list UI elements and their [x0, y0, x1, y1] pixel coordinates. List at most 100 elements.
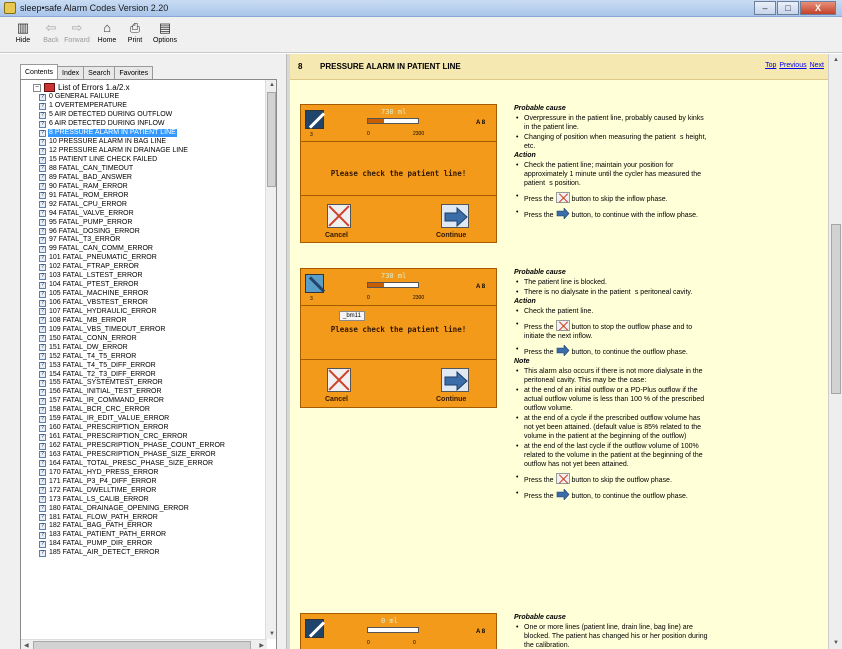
tree-item[interactable]: ? 15 PATIENT LINE CHECK FAILED: [39, 156, 226, 165]
tree-item[interactable]: ? 181 FATAL_FLOW_PATH_ERROR: [39, 513, 226, 522]
tree-item[interactable]: ? 159 FATAL_IR_EDIT_VALUE_ERROR: [39, 415, 226, 424]
minimize-button[interactable]: –: [754, 1, 776, 15]
close-button[interactable]: X: [800, 1, 836, 15]
tree-item[interactable]: ? 102 FATAL_FTRAP_ERROR: [39, 263, 226, 272]
contents-tree[interactable]: − List of Errors 1.a/2.x ? 0 GENERAL FAIL…: [20, 79, 277, 649]
tree-item[interactable]: ? 183 FATAL_PATIENT_PATH_ERROR: [39, 531, 226, 540]
tree-item[interactable]: ? 105 FATAL_MACHINE_ERROR: [39, 290, 226, 299]
tree-item[interactable]: ? 103 FATAL_LSTEST_ERROR: [39, 272, 226, 281]
tree-root[interactable]: − List of Errors 1.a/2.x: [33, 82, 130, 93]
continue-arrow-icon[interactable]: [441, 368, 469, 392]
tree-vertical-scroll-thumb[interactable]: [267, 92, 276, 187]
tree-item[interactable]: ? 6 AIR DETECTED DURING INFLOW: [39, 120, 226, 129]
options-button[interactable]: ▤ Options: [148, 19, 182, 51]
tree-item[interactable]: ? 107 FATAL_HYDRAULIC_ERROR: [39, 308, 226, 317]
tree-item[interactable]: ? 97 FATAL_T3_ERROR: [39, 236, 226, 245]
content-vertical-scroll-thumb[interactable]: [831, 224, 841, 394]
tree-item[interactable]: ? 95 FATAL_PUMP_ERROR: [39, 218, 226, 227]
next-link[interactable]: Next: [810, 62, 824, 69]
tree-item[interactable]: ? 162 FATAL_PRESCRIPTION_PHASE_COUNT_ERRO…: [39, 442, 226, 451]
tree-item[interactable]: ? 10 PRESSURE ALARM IN BAG LINE: [39, 138, 226, 147]
tree-item[interactable]: ? 1 OVERTEMPERATURE: [39, 102, 226, 111]
cause-item: Overpressure in the patient line, probab…: [514, 114, 710, 132]
scroll-left-icon[interactable]: ◀: [24, 642, 29, 649]
scale-min: 0: [367, 295, 370, 301]
continue-arrow-icon[interactable]: [441, 204, 469, 228]
continue-arrow-icon: [556, 344, 570, 357]
tree-item[interactable]: ? 184 FATAL_PUMP_DIR_ERROR: [39, 540, 226, 549]
tree-item[interactable]: ? 8 PRESSURE ALARM IN PATIENT LINE: [39, 129, 226, 138]
tree-item[interactable]: ? 12 PRESSURE ALARM IN DRAINAGE LINE: [39, 147, 226, 156]
tree-item[interactable]: ? 171 FATAL_P3_P4_DIFF_ERROR: [39, 477, 226, 486]
cancel-icon[interactable]: [327, 368, 351, 392]
tree-item[interactable]: ? 101 FATAL_PNEUMATIC_ERROR: [39, 254, 226, 263]
tree-item[interactable]: ? 89 FATAL_BAD_ANSWER: [39, 173, 226, 182]
scroll-up-icon[interactable]: ▲: [833, 57, 839, 63]
tree-item[interactable]: ? 158 FATAL_BCR_CRC_ERROR: [39, 406, 226, 415]
toolbar: ▥ Hide ⇦ Back ⇨ Forward ⌂ Home ⎙ Print ▤ Options: [0, 17, 842, 53]
help-page-icon: ?: [39, 299, 46, 307]
tree-item-label: 181 FATAL_FLOW_PATH_ERROR: [49, 513, 158, 521]
forward-button[interactable]: ⇨ Forward: [60, 19, 94, 51]
scroll-down-icon[interactable]: ▼: [833, 640, 839, 646]
tree-item[interactable]: ? 172 FATAL_DWELLTIME_ERROR: [39, 486, 226, 495]
tree-item[interactable]: ? 161 FATAL_PRESCRIPTION_CRC_ERROR: [39, 433, 226, 442]
tree-item[interactable]: ? 152 FATAL_T4_T5_ERROR: [39, 352, 226, 361]
tab-favorites[interactable]: Favorites: [114, 66, 154, 80]
tree-item-label: 10 PRESSURE ALARM IN BAG LINE: [49, 138, 167, 146]
tree-item[interactable]: ? 106 FATAL_VBSTEST_ERROR: [39, 299, 226, 308]
tree-vertical-scrollbar[interactable]: ▲ ▼: [265, 80, 276, 639]
tree-item-label: 170 FATAL_HYD_PRESS_ERROR: [49, 468, 159, 476]
tree-item[interactable]: ? 0 GENERAL FAILURE: [39, 93, 226, 102]
scroll-up-icon[interactable]: ▲: [269, 82, 275, 88]
tree-item[interactable]: ? 164 FATAL_TOTAL_PRESC_PHASE_SIZE_ERROR: [39, 459, 226, 468]
tree-item[interactable]: ? 151 FATAL_DW_ERROR: [39, 343, 226, 352]
tree-item[interactable]: ? 5 AIR DETECTED DURING OUTFLOW: [39, 111, 226, 120]
tree-item[interactable]: ? 90 FATAL_RAM_ERROR: [39, 182, 226, 191]
previous-link[interactable]: Previous: [779, 62, 806, 69]
action-item: Press the button, to continue the outflo…: [514, 344, 710, 357]
tree-horizontal-scroll-thumb[interactable]: [33, 641, 251, 649]
tree-item[interactable]: ? 182 FATAL_BAG_PATH_ERROR: [39, 522, 226, 531]
tree-item[interactable]: ? 94 FATAL_VALVE_ERROR: [39, 209, 226, 218]
tree-item[interactable]: ? 88 FATAL_CAN_TIMEOUT: [39, 165, 226, 174]
volume-progress-fill: [368, 119, 384, 123]
tree-item[interactable]: ? 155 FATAL_SYSTEMTEST_ERROR: [39, 379, 226, 388]
collapse-icon[interactable]: −: [33, 83, 41, 92]
print-button[interactable]: ⎙ Print: [118, 19, 152, 51]
cancel-icon[interactable]: [327, 204, 351, 228]
tree-item[interactable]: ? 185 FATAL_AIR_DETECT_ERROR: [39, 549, 226, 558]
tree-item[interactable]: ? 104 FATAL_PTEST_ERROR: [39, 281, 226, 290]
tab-contents[interactable]: Contents: [20, 64, 59, 80]
tree-item[interactable]: ? 173 FATAL_LS_CALIB_ERROR: [39, 495, 226, 504]
tree-item[interactable]: ? 92 FATAL_CPU_ERROR: [39, 200, 226, 209]
maximize-button[interactable]: □: [777, 1, 799, 15]
tree-item[interactable]: ? 154 FATAL_T2_T3_DIFF_ERROR: [39, 370, 226, 379]
scroll-down-icon[interactable]: ▼: [269, 631, 275, 637]
tree-item[interactable]: ? 99 FATAL_CAN_COMM_ERROR: [39, 245, 226, 254]
tree-item[interactable]: ? 96 FATAL_DOSING_ERROR: [39, 227, 226, 236]
content-vertical-scrollbar[interactable]: ▲ ▼: [828, 54, 842, 649]
tree-horizontal-scrollbar[interactable]: ◀ ▶: [21, 639, 267, 649]
tree-item[interactable]: ? 156 FATAL_INITIAL_TEST_ERROR: [39, 388, 226, 397]
top-link[interactable]: Top: [765, 62, 776, 69]
tree-item[interactable]: ? 157 FATAL_IR_COMMAND_ERROR: [39, 397, 226, 406]
tree-item[interactable]: ? 163 FATAL_PRESCRIPTION_PHASE_SIZE_ERROR: [39, 451, 226, 460]
tree-item-label: 94 FATAL_VALVE_ERROR: [49, 209, 134, 217]
tab-index[interactable]: Index: [57, 66, 85, 80]
tree-item[interactable]: ? 160 FATAL_PRESCRIPTION_ERROR: [39, 424, 226, 433]
volume-readout: 730 ml: [381, 272, 407, 280]
tree-item[interactable]: ? 109 FATAL_VBS_TIMEOUT_ERROR: [39, 325, 226, 334]
tree-item-label: 15 PATIENT LINE CHECK FAILED: [49, 156, 158, 164]
help-page-icon: ?: [39, 388, 46, 396]
tree-item[interactable]: ? 91 FATAL_ROM_ERROR: [39, 191, 226, 200]
tree-item[interactable]: ? 180 FATAL_DRAINAGE_OPENING_ERROR: [39, 504, 226, 513]
tab-search[interactable]: Search: [83, 66, 116, 80]
tree-item[interactable]: ? 150 FATAL_CONN_ERROR: [39, 334, 226, 343]
tree-item[interactable]: ? 108 FATAL_MB_ERROR: [39, 316, 226, 325]
scroll-right-icon[interactable]: ▶: [259, 642, 264, 649]
tree-item-label: 173 FATAL_LS_CALIB_ERROR: [49, 495, 149, 503]
tree-item[interactable]: ? 170 FATAL_HYD_PRESS_ERROR: [39, 468, 226, 477]
tree-item-label: 88 FATAL_CAN_TIMEOUT: [49, 164, 134, 172]
tree-item[interactable]: ? 153 FATAL_T4_T5_DIFF_ERROR: [39, 361, 226, 370]
